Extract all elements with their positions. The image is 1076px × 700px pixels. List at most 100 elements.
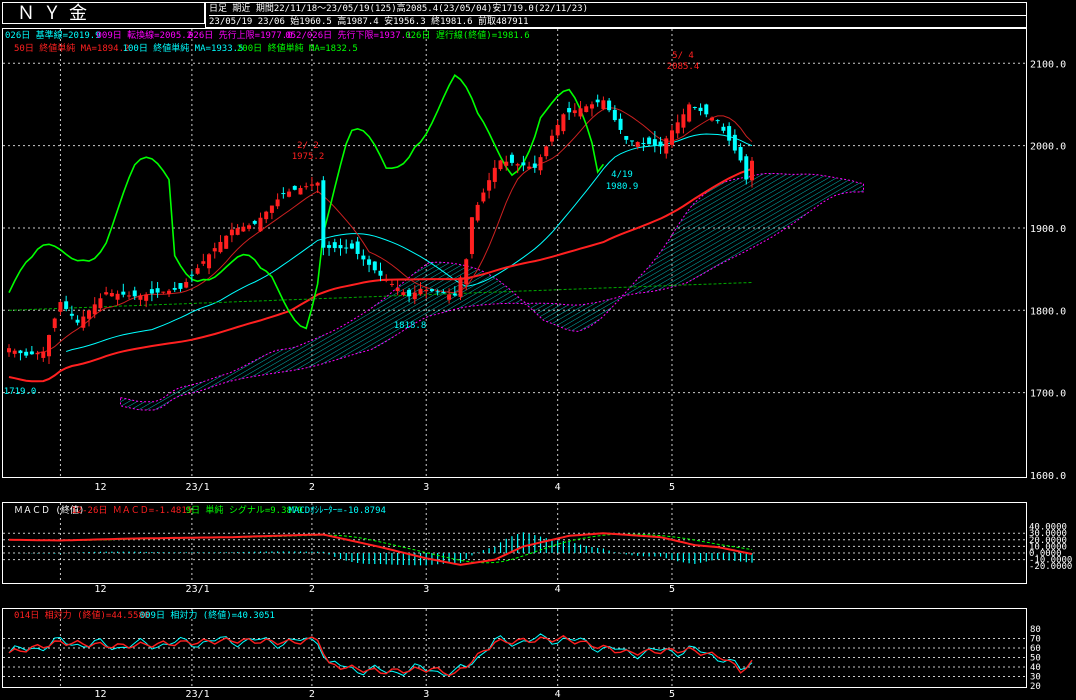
price-axis-label: 2000.0	[1030, 142, 1066, 153]
candle-down	[652, 139, 657, 146]
candle-up	[264, 211, 269, 220]
time-axis-label: 23/1	[186, 689, 210, 700]
candle-down	[344, 247, 349, 249]
candle-down	[69, 313, 74, 316]
candle-up	[104, 292, 109, 295]
rsi-axis-label: 50	[1030, 654, 1041, 664]
time-axis-label: 2	[309, 584, 315, 595]
time-axis-label: 5	[669, 584, 675, 595]
time-axis-label: 2	[309, 482, 315, 493]
legend-ichimoku: 026日 遅行線(終値)=1981.6	[405, 29, 529, 41]
time-axis-label: 3	[423, 689, 429, 700]
candle-down	[612, 109, 617, 121]
candle-up	[464, 259, 469, 285]
candle-up	[35, 352, 40, 355]
candle-down	[647, 137, 652, 145]
candle-down	[452, 293, 457, 296]
cloud-band	[120, 173, 864, 411]
candle-down	[332, 242, 337, 249]
candle-down	[349, 243, 354, 249]
time-axis-label: 4	[555, 482, 561, 493]
price-axis-label: 1700.0	[1030, 389, 1066, 400]
candle-down	[595, 99, 600, 103]
candle-down	[641, 143, 646, 145]
candle-up	[481, 192, 486, 202]
candle-down	[372, 261, 377, 271]
candle-up	[247, 225, 252, 229]
candle-up	[138, 295, 143, 300]
ichimoku-cloud	[120, 173, 864, 411]
chart-canvas: 2100.02000.01900.01800.01700.01600.040.0…	[3, 29, 1073, 700]
candle-up	[498, 160, 503, 170]
candle-up	[458, 277, 463, 297]
candle-down	[441, 292, 446, 294]
candle-up	[601, 100, 606, 109]
candle-up	[309, 184, 314, 186]
candle-up	[492, 167, 497, 182]
candle-down	[355, 241, 360, 254]
annotation-high-date: 5/ 4	[672, 51, 694, 61]
candle-up	[578, 108, 583, 117]
candle-down	[378, 270, 383, 276]
candle-down	[18, 350, 23, 354]
candle-down	[172, 287, 177, 290]
lagging-line	[8, 74, 605, 330]
legend-ma: 200日 終値単純 MA=1832.5	[237, 42, 358, 54]
candle-up	[207, 254, 212, 269]
time-axis-label: 12	[94, 584, 106, 595]
candle-down	[618, 118, 623, 130]
candle-up	[504, 161, 509, 166]
candle-up	[401, 292, 406, 295]
annotation-feb-date: 2/ 2	[297, 141, 319, 151]
candle-down	[692, 107, 697, 109]
macd-series	[8, 532, 753, 566]
candle-down	[658, 141, 663, 147]
candle-down	[624, 135, 629, 140]
candle-up	[572, 110, 577, 114]
legend-rsi: 009日 相対力 (終値)=40.3051	[140, 609, 275, 621]
candle-up	[92, 304, 97, 315]
legend-rsi: 014日 相対力 (終値)=44.5580	[14, 609, 149, 621]
time-axis-label: 12	[94, 689, 106, 700]
candle-up	[561, 114, 566, 132]
candle-up	[538, 157, 543, 171]
candle-up	[469, 217, 474, 255]
legend-ichimoku: 026日 先行上限=1977.0	[188, 29, 293, 41]
candle-down	[715, 120, 720, 122]
candle-down	[698, 107, 703, 112]
candle-up	[184, 281, 189, 288]
candle-up	[229, 229, 234, 236]
candle-down	[429, 288, 434, 292]
candle-down	[132, 290, 137, 297]
candle-down	[509, 154, 514, 163]
candle-up	[589, 104, 594, 109]
candle-up	[224, 235, 229, 249]
legend-ichimoku: 009日 転換線=2005.2	[97, 29, 193, 41]
rsi-axis-label: 70	[1030, 635, 1041, 645]
candle-down	[704, 104, 709, 115]
time-axis-label: 5	[669, 482, 675, 493]
candle-up	[584, 106, 589, 113]
candle-up	[389, 283, 394, 285]
time-axis-label: 23/1	[186, 482, 210, 493]
candle-down	[721, 126, 726, 131]
price-axis-label: 1800.0	[1030, 306, 1066, 317]
candle-up	[195, 268, 200, 274]
rsi-axis-label: 30	[1030, 673, 1041, 683]
time-axis-label: 12	[94, 482, 106, 493]
candle-down	[155, 288, 160, 293]
rsi-series	[8, 633, 753, 677]
candle-up	[115, 293, 120, 300]
candle-up	[81, 316, 86, 328]
price-axis-label: 1900.0	[1030, 224, 1066, 235]
candle-down	[521, 162, 526, 166]
chart-labels: 2100.02000.01900.01800.01700.01600.040.0…	[4, 29, 1073, 700]
candle-up	[47, 335, 52, 357]
candle-up	[515, 164, 520, 166]
candle-up	[298, 188, 303, 195]
candle-down	[367, 259, 372, 265]
candle-down	[744, 156, 749, 180]
candle-up	[12, 350, 17, 354]
candle-down	[732, 134, 737, 151]
rsi-axis-label: 20	[1030, 682, 1041, 692]
